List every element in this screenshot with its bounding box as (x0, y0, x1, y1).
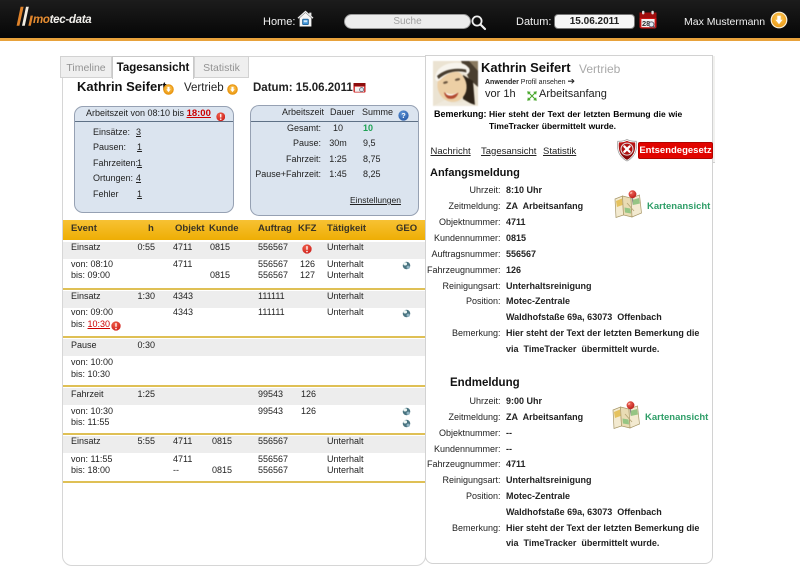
svg-text:?: ? (401, 111, 406, 120)
